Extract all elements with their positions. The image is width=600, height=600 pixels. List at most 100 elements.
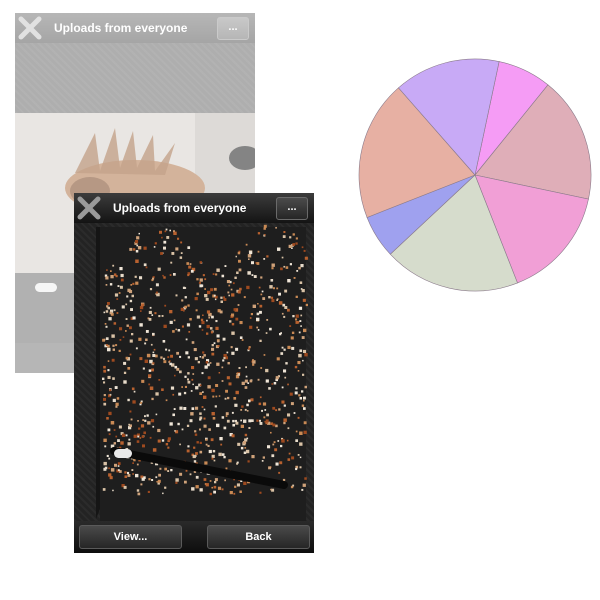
- upload-point: [167, 446, 170, 449]
- upload-point: [303, 421, 307, 425]
- upload-point: [283, 265, 286, 268]
- upload-point: [210, 288, 214, 292]
- upload-point: [270, 279, 274, 282]
- upload-point: [248, 419, 252, 423]
- upload-point: [287, 345, 291, 349]
- upload-point: [135, 259, 139, 263]
- view-button[interactable]: View...: [79, 525, 182, 549]
- upload-point: [277, 247, 281, 251]
- upload-point: [216, 362, 220, 366]
- upload-point: [168, 349, 171, 352]
- upload-point: [106, 344, 108, 346]
- upload-point: [139, 305, 144, 310]
- upload-point: [206, 324, 210, 329]
- upload-point: [301, 390, 304, 393]
- upload-point: [137, 420, 139, 422]
- upload-point: [170, 354, 173, 358]
- upload-point: [211, 412, 215, 416]
- upload-point: [283, 418, 287, 422]
- upload-point: [214, 405, 217, 408]
- upload-point: [274, 448, 278, 452]
- upload-point: [157, 267, 161, 271]
- upload-point: [125, 330, 127, 332]
- upload-point: [192, 383, 194, 386]
- upload-point: [289, 392, 293, 396]
- upload-point: [202, 314, 204, 316]
- upload-point: [265, 332, 268, 334]
- upload-point: [272, 406, 276, 410]
- upload-point: [303, 249, 306, 252]
- upload-point: [139, 437, 142, 439]
- close-icon[interactable]: [77, 196, 101, 220]
- upload-point: [227, 362, 230, 365]
- upload-point: [112, 264, 115, 267]
- more-menu-button[interactable]: ...: [276, 197, 308, 220]
- close-icon[interactable]: [18, 16, 42, 40]
- upload-point: [109, 393, 112, 396]
- upload-point: [136, 236, 140, 240]
- upload-point: [241, 339, 244, 341]
- upload-point: [201, 406, 204, 408]
- upload-point: [140, 310, 142, 312]
- upload-point: [236, 271, 239, 274]
- upload-point: [259, 419, 261, 422]
- upload-point: [205, 483, 209, 487]
- upload-point: [234, 419, 237, 422]
- upload-point: [132, 248, 136, 251]
- upload-point: [212, 273, 215, 275]
- upload-point: [177, 237, 180, 240]
- upload-point: [248, 258, 250, 260]
- upload-point: [301, 336, 305, 339]
- upload-point: [193, 446, 196, 449]
- upload-point: [165, 228, 168, 231]
- upload-point: [281, 400, 285, 404]
- upload-point: [278, 301, 283, 305]
- upload-point: [298, 394, 301, 397]
- upload-point: [137, 246, 142, 250]
- upload-point: [123, 371, 127, 374]
- upload-point: [127, 442, 131, 446]
- upload-point: [125, 356, 129, 360]
- upload-point: [227, 291, 230, 294]
- upload-point: [152, 277, 155, 280]
- upload-point: [297, 361, 301, 365]
- upload-point: [244, 386, 248, 389]
- upload-point: [103, 467, 107, 471]
- upload-point: [289, 325, 292, 327]
- upload-point: [163, 360, 167, 364]
- upload-point: [110, 275, 114, 279]
- upload-point: [297, 416, 300, 419]
- upload-point: [107, 306, 110, 310]
- upload-point: [130, 418, 133, 421]
- upload-point: [206, 310, 211, 314]
- upload-point: [300, 264, 304, 268]
- slider-knob[interactable]: [35, 283, 57, 292]
- upload-point: [265, 379, 269, 383]
- upload-point: [176, 351, 179, 355]
- upload-point: [301, 404, 305, 407]
- upload-point: [211, 457, 214, 460]
- upload-point: [199, 261, 202, 264]
- timeline-slider-knob[interactable]: [114, 449, 132, 458]
- upload-point: [129, 326, 132, 330]
- upload-point: [177, 329, 181, 332]
- more-menu-button[interactable]: ...: [217, 17, 249, 40]
- upload-point: [155, 413, 158, 416]
- upload-point: [163, 246, 166, 250]
- upload-point: [173, 408, 176, 410]
- upload-point: [256, 262, 260, 265]
- upload-point: [119, 339, 122, 341]
- upload-point: [136, 440, 140, 443]
- upload-point: [213, 287, 217, 291]
- upload-point: [146, 414, 149, 417]
- upload-point: [189, 419, 193, 423]
- upload-point: [102, 488, 106, 491]
- upload-point: [116, 312, 119, 314]
- upload-point: [124, 471, 127, 474]
- upload-point: [139, 357, 143, 361]
- upload-point: [118, 425, 122, 429]
- back-button[interactable]: Back: [207, 525, 310, 549]
- upload-point: [179, 406, 183, 410]
- upload-point: [273, 382, 277, 385]
- upload-point: [299, 320, 302, 322]
